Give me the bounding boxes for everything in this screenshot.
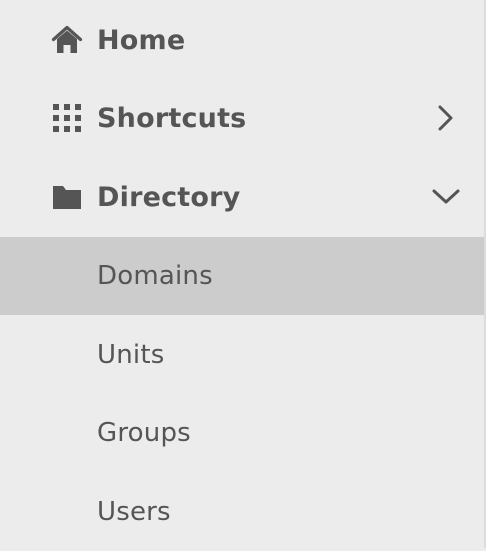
nav-item-home-label: Home	[97, 24, 186, 56]
chevron-down-icon[interactable]	[430, 181, 462, 213]
sidebar-nav: Home Shortcuts Directory Domains Units G…	[0, 0, 486, 548]
nav-subitem-units[interactable]: Units	[0, 316, 484, 394]
nav-subitem-users[interactable]: Users	[0, 473, 484, 551]
nav-subitem-users-label: Users	[97, 497, 171, 527]
home-icon	[51, 24, 83, 56]
chevron-right-icon[interactable]	[430, 102, 462, 134]
grid-icon	[51, 102, 83, 134]
folder-icon	[51, 181, 83, 213]
nav-subitem-groups[interactable]: Groups	[0, 394, 484, 472]
nav-subitem-domains[interactable]: Domains	[0, 237, 484, 315]
nav-item-directory[interactable]: Directory	[0, 158, 484, 236]
nav-subitem-domains-label: Domains	[97, 261, 213, 291]
nav-item-directory-label: Directory	[97, 181, 241, 213]
nav-item-home[interactable]: Home	[0, 1, 484, 79]
nav-item-shortcuts[interactable]: Shortcuts	[0, 79, 484, 157]
nav-subitem-groups-label: Groups	[97, 418, 191, 448]
nav-item-shortcuts-label: Shortcuts	[97, 102, 247, 134]
nav-subitem-units-label: Units	[97, 340, 165, 370]
